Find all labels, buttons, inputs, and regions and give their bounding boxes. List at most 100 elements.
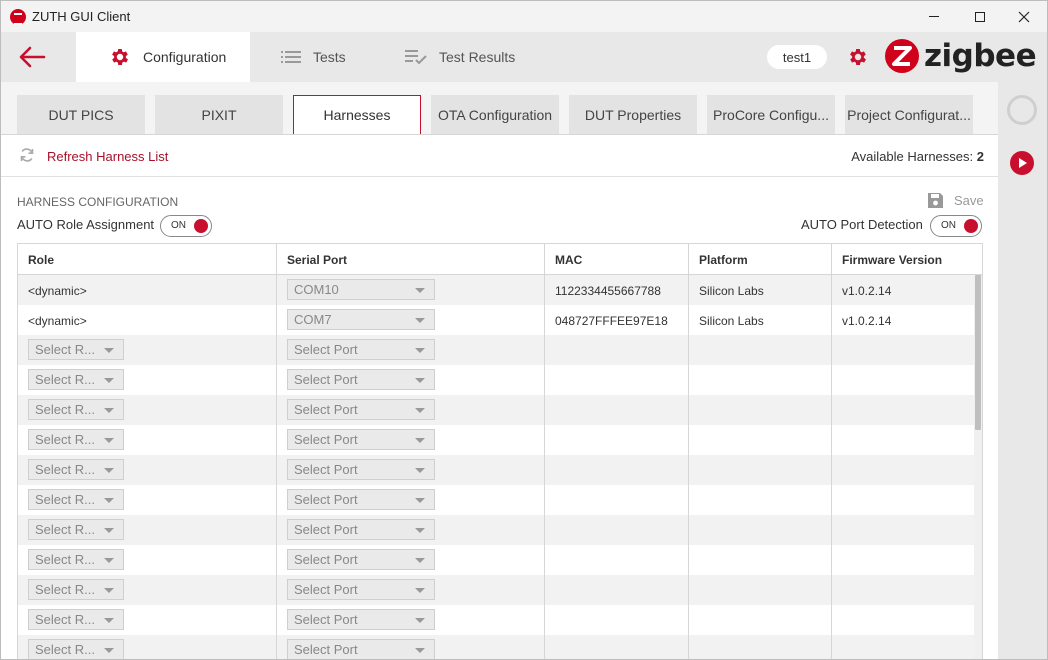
table-row[interactable]: Select R... Select Port	[18, 545, 974, 575]
column-header-role[interactable]: Role	[18, 244, 277, 275]
close-icon	[1018, 11, 1030, 22]
table-row[interactable]: Select R... Select Port	[18, 395, 974, 425]
serial-port-select[interactable]: COM7	[287, 309, 435, 330]
chevron-down-icon	[415, 558, 425, 563]
role-cell: Select R...	[18, 455, 277, 485]
serial-port-cell: COM7	[277, 305, 545, 335]
serial-port-select[interactable]: Select Port	[287, 339, 435, 360]
refresh-harness-list-link[interactable]: Refresh Harness List	[47, 149, 168, 164]
column-header-platform[interactable]: Platform	[689, 244, 832, 275]
chevron-down-icon	[104, 648, 114, 653]
table-scrollbar[interactable]	[974, 275, 982, 659]
table-row[interactable]: Select R... Select Port	[18, 335, 974, 365]
scrollbar-thumb[interactable]	[975, 275, 981, 430]
run-play-icon[interactable]	[1010, 151, 1034, 175]
table-row[interactable]: Select R... Select Port	[18, 425, 974, 455]
subtab-ota-configuration[interactable]: OTA Configuration	[431, 95, 559, 134]
available-harnesses-label: Available Harnesses:	[851, 149, 974, 164]
role-select[interactable]: Select R...	[28, 519, 124, 540]
chevron-down-icon	[415, 498, 425, 503]
platform-cell	[689, 605, 832, 635]
serial-port-select[interactable]: Select Port	[287, 399, 435, 420]
serial-port-select[interactable]: Select Port	[287, 549, 435, 570]
serial-port-select[interactable]: Select Port	[287, 579, 435, 600]
serial-port-select[interactable]: Select Port	[287, 429, 435, 450]
platform-cell	[689, 335, 832, 365]
role-cell: Select R...	[18, 575, 277, 605]
subtab-dut-properties[interactable]: DUT Properties	[569, 95, 697, 134]
table-row[interactable]: Select R... Select Port	[18, 365, 974, 395]
subtab-procore-configuration[interactable]: ProCore Configu...	[707, 95, 835, 134]
subtab-dut-pics[interactable]: DUT PICS	[17, 95, 145, 134]
role-select[interactable]: Select R...	[28, 339, 124, 360]
serial-port-select[interactable]: Select Port	[287, 609, 435, 630]
role-select[interactable]: Select R...	[28, 489, 124, 510]
chevron-down-icon	[104, 348, 114, 353]
save-label: Save	[954, 193, 984, 208]
serial-port-select[interactable]: Select Port	[287, 459, 435, 480]
tab-tests[interactable]: Tests	[271, 32, 381, 82]
platform-cell	[689, 365, 832, 395]
minimize-button[interactable]	[911, 1, 957, 32]
table-row[interactable]: <dynamic> COM7 048727FFFEE97E18 Silicon Lab…	[18, 305, 974, 335]
role-select[interactable]: Select R...	[28, 429, 124, 450]
column-header-serial-port[interactable]: Serial Port	[277, 244, 545, 275]
role-select[interactable]: Select R...	[28, 459, 124, 480]
platform-cell: Silicon Labs	[689, 275, 832, 305]
serial-port-cell: Select Port	[277, 485, 545, 515]
tab-configuration[interactable]: Configuration	[76, 32, 250, 82]
serial-port-select[interactable]: Select Port	[287, 639, 435, 659]
role-select[interactable]: Select R...	[28, 549, 124, 570]
settings-button[interactable]	[847, 46, 869, 71]
tab-configuration-label: Configuration	[143, 49, 227, 65]
serial-port-select-value: COM7	[294, 312, 332, 327]
role-select[interactable]: Select R...	[28, 639, 124, 659]
role-select[interactable]: Select R...	[28, 369, 124, 390]
column-header-mac[interactable]: MAC	[545, 244, 689, 275]
column-header-firmware-version[interactable]: Firmware Version	[832, 244, 974, 275]
settings-gear-icon	[850, 49, 866, 65]
auto-role-assignment-toggle[interactable]: ON	[160, 215, 212, 237]
role-select-value: Select R...	[35, 462, 95, 477]
table-row[interactable]: Select R... Select Port	[18, 515, 974, 545]
chevron-down-icon	[104, 378, 114, 383]
role-select[interactable]: Select R...	[28, 609, 124, 630]
platform-cell	[689, 545, 832, 575]
mac-cell	[545, 335, 689, 365]
role-select[interactable]: Select R...	[28, 399, 124, 420]
subtab-pixit[interactable]: PIXIT	[155, 95, 283, 134]
table-row[interactable]: Select R... Select Port	[18, 635, 974, 659]
refresh-icon[interactable]	[19, 147, 35, 166]
chevron-down-icon	[415, 438, 425, 443]
serial-port-select[interactable]: Select Port	[287, 369, 435, 390]
serial-port-select[interactable]: COM10	[287, 279, 435, 300]
status-circle-icon[interactable]	[1007, 95, 1037, 125]
serial-port-cell: Select Port	[277, 395, 545, 425]
role-cell: Select R...	[18, 545, 277, 575]
role-select-value: Select R...	[35, 552, 95, 567]
auto-port-detection-toggle[interactable]: ON	[930, 215, 982, 237]
subtab-harnesses[interactable]: Harnesses	[293, 95, 421, 134]
serial-port-select[interactable]: Select Port	[287, 519, 435, 540]
table-row[interactable]: Select R... Select Port	[18, 485, 974, 515]
maximize-button[interactable]	[957, 1, 1003, 32]
available-harnesses: Available Harnesses: 2	[851, 149, 984, 164]
save-button[interactable]: Save	[927, 192, 984, 209]
table-row[interactable]: Select R... Select Port	[18, 605, 974, 635]
tab-test-results[interactable]: Test Results	[394, 32, 534, 82]
role-select[interactable]: Select R...	[28, 579, 124, 600]
back-button[interactable]	[17, 44, 51, 70]
table-row[interactable]: Select R... Select Port	[18, 455, 974, 485]
subtab-project-configuration[interactable]: Project Configurat...	[845, 95, 973, 134]
role-select-value: Select R...	[35, 432, 95, 447]
user-badge[interactable]: test1	[767, 45, 827, 69]
serial-port-select-value: Select Port	[294, 342, 358, 357]
serial-port-select[interactable]: Select Port	[287, 489, 435, 510]
role-cell: Select R...	[18, 485, 277, 515]
table-row[interactable]: Select R... Select Port	[18, 575, 974, 605]
chevron-down-icon	[104, 588, 114, 593]
chevron-down-icon	[415, 288, 425, 293]
table-row[interactable]: <dynamic> COM10 1122334455667788 Silicon La…	[18, 275, 974, 305]
close-button[interactable]	[1001, 1, 1047, 32]
platform-cell	[689, 485, 832, 515]
